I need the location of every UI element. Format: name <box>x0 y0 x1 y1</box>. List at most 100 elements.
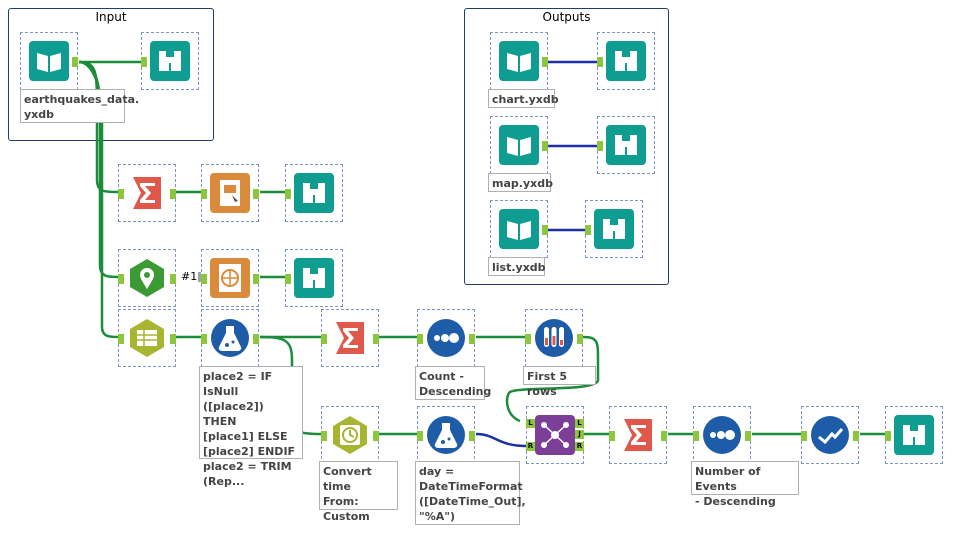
join-out-j-anchor[interactable]: J <box>575 430 584 439</box>
output-anchor[interactable] <box>542 57 548 67</box>
sort-2-annotation: Number of Events - Descending <box>691 461 799 508</box>
map-input-tool[interactable] <box>490 116 548 174</box>
input-anchor[interactable] <box>118 334 124 344</box>
create-points-tool[interactable] <box>118 249 176 307</box>
sort-tool-2[interactable] <box>693 406 751 464</box>
sample-annotation: First 5 rows <box>523 366 596 398</box>
output-anchor[interactable] <box>373 334 379 344</box>
flask-icon <box>427 416 465 454</box>
check-icon <box>811 416 849 454</box>
input-anchor[interactable] <box>885 431 891 441</box>
binoculars-icon <box>606 41 646 81</box>
output-anchor[interactable] <box>661 431 667 441</box>
output-anchor[interactable] <box>542 141 548 151</box>
input-anchor[interactable] <box>201 189 207 199</box>
input-anchor[interactable] <box>285 274 291 284</box>
input-anchor[interactable] <box>609 431 615 441</box>
browse-tool-chart[interactable] <box>597 32 655 90</box>
binoculars-icon <box>150 41 190 81</box>
output-anchor[interactable] <box>170 189 176 199</box>
map-pin-icon <box>130 259 164 297</box>
input-anchor[interactable] <box>118 274 124 284</box>
output-anchor[interactable] <box>745 431 751 441</box>
input-anchor[interactable] <box>201 274 207 284</box>
input-anchor[interactable] <box>693 431 699 441</box>
binoculars-icon <box>294 258 334 298</box>
output-anchor[interactable] <box>469 334 475 344</box>
chart-input-tool[interactable] <box>490 32 548 90</box>
summarize-tool-3[interactable] <box>609 406 667 464</box>
summarize-tool-2[interactable] <box>321 309 379 367</box>
output-anchor[interactable] <box>577 334 583 344</box>
input-anchor[interactable] <box>118 189 124 199</box>
browse-tool-final[interactable] <box>885 406 943 464</box>
browse-tool-list[interactable] <box>585 200 643 258</box>
clock-icon <box>333 416 367 454</box>
input-anchor[interactable] <box>285 189 291 199</box>
binoculars-icon <box>894 415 934 455</box>
input-anchor[interactable] <box>801 431 807 441</box>
sigma-icon <box>133 177 161 209</box>
dots-icon <box>427 319 465 357</box>
sigma-icon <box>336 322 364 354</box>
datetime-tool[interactable] <box>321 406 379 464</box>
book-icon <box>499 209 539 249</box>
book-icon <box>29 41 69 81</box>
output-anchor[interactable] <box>469 431 475 441</box>
select-tool[interactable] <box>801 406 859 464</box>
output-anchor[interactable] <box>170 334 176 344</box>
join-tool[interactable]: L R L J R <box>526 406 584 464</box>
sort-1-annotation: Count - Descending <box>415 366 491 400</box>
sample-tool[interactable] <box>525 309 583 367</box>
sigma-icon <box>624 419 652 451</box>
input-file-annotation: earthquakes_data. yxdb <box>20 89 139 123</box>
join-right-anchor[interactable]: R <box>526 442 535 451</box>
output-anchor[interactable] <box>542 225 548 235</box>
input-anchor[interactable] <box>597 57 603 67</box>
binoculars-icon <box>294 173 334 213</box>
join-icon <box>535 415 575 455</box>
join-out-r-anchor[interactable]: R <box>575 442 584 451</box>
browse-tool-input[interactable] <box>141 32 199 90</box>
summarize-tool-1[interactable] <box>118 164 176 222</box>
dots-icon <box>703 416 741 454</box>
output-anchor[interactable] <box>72 57 78 67</box>
map-file-annotation: map.yxdb <box>488 173 553 192</box>
input-anchor[interactable] <box>525 334 531 344</box>
formula-tool-1[interactable] <box>201 309 259 367</box>
input-anchor[interactable] <box>321 334 327 344</box>
output-anchor[interactable] <box>253 334 259 344</box>
join-left-anchor[interactable]: L <box>526 419 535 428</box>
binoculars-icon <box>606 125 646 165</box>
formula-2-annotation: day = DateTimeFormat ([DateTime_Out], "%… <box>415 461 526 525</box>
output-anchor[interactable] <box>853 431 859 441</box>
binoculars-icon <box>594 209 634 249</box>
output-anchor[interactable] <box>253 189 259 199</box>
input-anchor[interactable] <box>585 225 591 235</box>
formula-tool-2[interactable] <box>417 406 475 464</box>
input-anchor[interactable] <box>417 334 423 344</box>
output-anchor[interactable] <box>170 274 176 284</box>
sort-tool-1[interactable] <box>417 309 475 367</box>
list-file-annotation: list.yxdb <box>488 257 546 276</box>
render-tool[interactable] <box>201 164 259 222</box>
input-anchor[interactable] <box>321 431 327 441</box>
input-anchor[interactable] <box>417 431 423 441</box>
browse-tool-2[interactable] <box>285 164 343 222</box>
input-data-tool[interactable] <box>20 32 78 90</box>
input-anchor[interactable] <box>141 57 147 67</box>
list-input-tool[interactable] <box>490 200 548 258</box>
input-anchor[interactable] <box>597 141 603 151</box>
output-anchor[interactable] <box>373 431 379 441</box>
map-render-tool[interactable] <box>201 249 259 307</box>
join-out-l-anchor[interactable]: L <box>575 419 584 428</box>
book-icon <box>499 125 539 165</box>
text-to-columns-icon <box>130 319 164 357</box>
book-icon <box>499 41 539 81</box>
browse-tool-3[interactable] <box>285 249 343 307</box>
output-anchor[interactable] <box>253 274 259 284</box>
input-anchor[interactable] <box>201 334 207 344</box>
chart-file-annotation: chart.yxdb <box>488 89 559 108</box>
browse-tool-map[interactable] <box>597 116 655 174</box>
text-to-columns-tool[interactable] <box>118 309 176 367</box>
